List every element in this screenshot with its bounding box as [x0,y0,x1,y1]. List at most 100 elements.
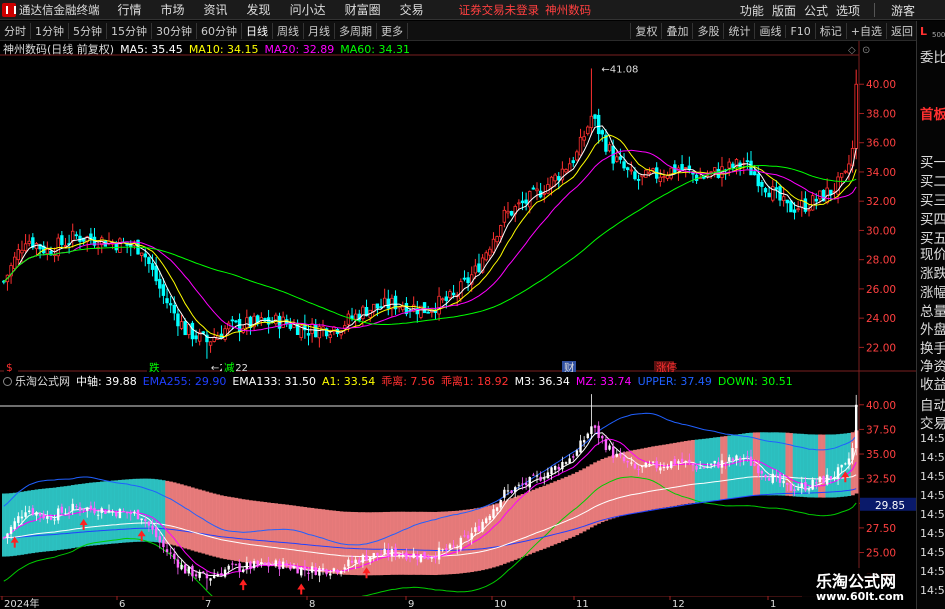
trend-band-segment [731,435,736,499]
candle-up [727,161,731,169]
sub-axis-label: 27.50 [866,523,896,535]
trend-band-segment [252,500,257,564]
candle-up [651,168,655,171]
menu-item-news[interactable]: 资讯 [204,1,228,18]
ind-mz: MZ: 33.74 [575,374,632,388]
sub-candle-body [263,562,267,565]
sub-candle-body [194,574,198,577]
menu-item-formula[interactable]: 公式 [804,2,828,19]
sub-candle-body [292,566,296,569]
period-multi[interactable]: 多周期 [335,22,377,39]
trend-band-segment [274,503,279,567]
sub-candle-body [847,458,851,465]
period-intraday[interactable]: 分时 [0,22,31,39]
menu-item-function[interactable]: 功能 [740,2,764,19]
sub-candle-body [423,551,426,559]
tool-adjust[interactable]: 复权 [630,23,661,39]
sub-candle-body [445,548,448,551]
period-60min[interactable]: 60分钟 [197,22,242,39]
trend-band-segment [502,500,507,564]
main-candlestick-chart[interactable]: 40.00 38.00 36.00 34.00 32.00 30.00 28.00 26.00… [0,41,916,372]
candle-up [245,317,249,329]
candle-up [582,136,586,141]
period-more[interactable]: 更多 [377,22,408,39]
price-axis-label: 28.00 [866,255,896,267]
ma5-label: MA5: 35.45 [120,42,183,56]
sub-candle-body [173,553,176,559]
trend-band-segment [633,449,638,513]
candle-up [586,126,590,135]
sub-candle-body [60,506,64,513]
candle-up [818,190,822,200]
trend-band-segment [390,511,395,575]
trade-label[interactable]: 交易 [920,412,945,432]
sub-candle-body [165,549,169,553]
tool-add-watchlist[interactable]: +自选 [845,23,886,39]
watermark: 乐淘公式网 www.60lt.com [802,568,916,608]
quote-label-bid-ratio: 委比 [920,50,945,66]
menu-item-wealth-circle[interactable]: 财富圈 [345,1,381,18]
sub-candle-body [93,507,96,514]
sub-candle-body [198,571,201,578]
period-30min[interactable]: 30分钟 [152,22,197,39]
candle-down [168,303,173,306]
sub-candle-body [350,560,354,563]
sub-candle-body [459,537,463,550]
tool-mark[interactable]: 标记 [814,23,846,39]
auto-trade-label[interactable]: 自动 [920,394,945,414]
candle-down [379,306,383,309]
trend-band-segment [190,487,195,551]
candle-down [150,263,155,270]
period-daily[interactable]: 日线 [242,22,273,39]
candle-up [473,265,478,274]
trend-band-segment [255,501,260,565]
menu-item-discover[interactable]: 发现 [247,1,271,18]
menu-item-market[interactable]: 行情 [118,1,142,18]
tool-draw-line[interactable]: 画线 [754,23,785,39]
candle-down [183,321,187,336]
sub-candle-body [86,507,89,511]
menu-item-layout[interactable]: 版面 [772,2,796,19]
main-chart-title: 神州数码(日线 前复权) [3,43,115,56]
menu-item-options[interactable]: 选项 [836,2,860,19]
sub-candle-body [804,481,807,491]
chart-toggle-icon: ⊙ [862,45,870,56]
candle-up [12,256,17,270]
trend-band-segment [513,496,518,560]
sub-candle-body [626,461,629,463]
period-15min[interactable]: 15分钟 [107,22,152,39]
sub-indicator-chart[interactable]: 40.0037.5035.0032.5030.0027.5025.0022.50… [0,372,916,596]
sub-candle-body [735,455,738,461]
tool-back[interactable]: 返回 [886,23,917,39]
trend-band-segment [455,510,460,574]
sub-candle-body [339,571,343,574]
tool-multi-stock[interactable]: 多股 [692,23,723,39]
menu-item-trade[interactable]: 交易 [400,1,424,18]
trend-band-segment [197,489,202,553]
period-5min[interactable]: 5分钟 [69,22,107,39]
menu-item-market-overview[interactable]: 市场 [161,1,185,18]
period-monthly[interactable]: 月线 [304,22,335,39]
candle-down [767,192,771,198]
app-name: 通达信金融终端 [19,2,100,17]
quote-label-volume: 总量 [920,304,945,320]
sub-axis-label: 32.50 [866,474,896,486]
trend-band-segment [712,437,717,501]
tool-overlay[interactable]: 叠加 [661,23,692,39]
login-notice[interactable]: 证券交易未登录 [459,2,540,18]
indicator-toggle-icon[interactable] [3,376,12,386]
period-weekly[interactable]: 周线 [273,22,304,39]
guest-login[interactable]: 游客 [891,2,915,19]
tool-f10[interactable]: F10 [785,24,814,38]
sub-candle-body [463,535,466,537]
trend-band-segment [419,511,424,575]
trend-band-segment [484,506,489,570]
tool-statistics[interactable]: 统计 [723,23,754,39]
menu-item-assistant[interactable]: 问小达 [290,1,326,18]
sub-candle-body [757,465,760,474]
candle-down [792,209,797,213]
period-1min[interactable]: 1分钟 [31,22,69,39]
candle-up [484,252,488,261]
level-badge[interactable]: L [920,25,927,38]
candle-down [814,198,818,202]
